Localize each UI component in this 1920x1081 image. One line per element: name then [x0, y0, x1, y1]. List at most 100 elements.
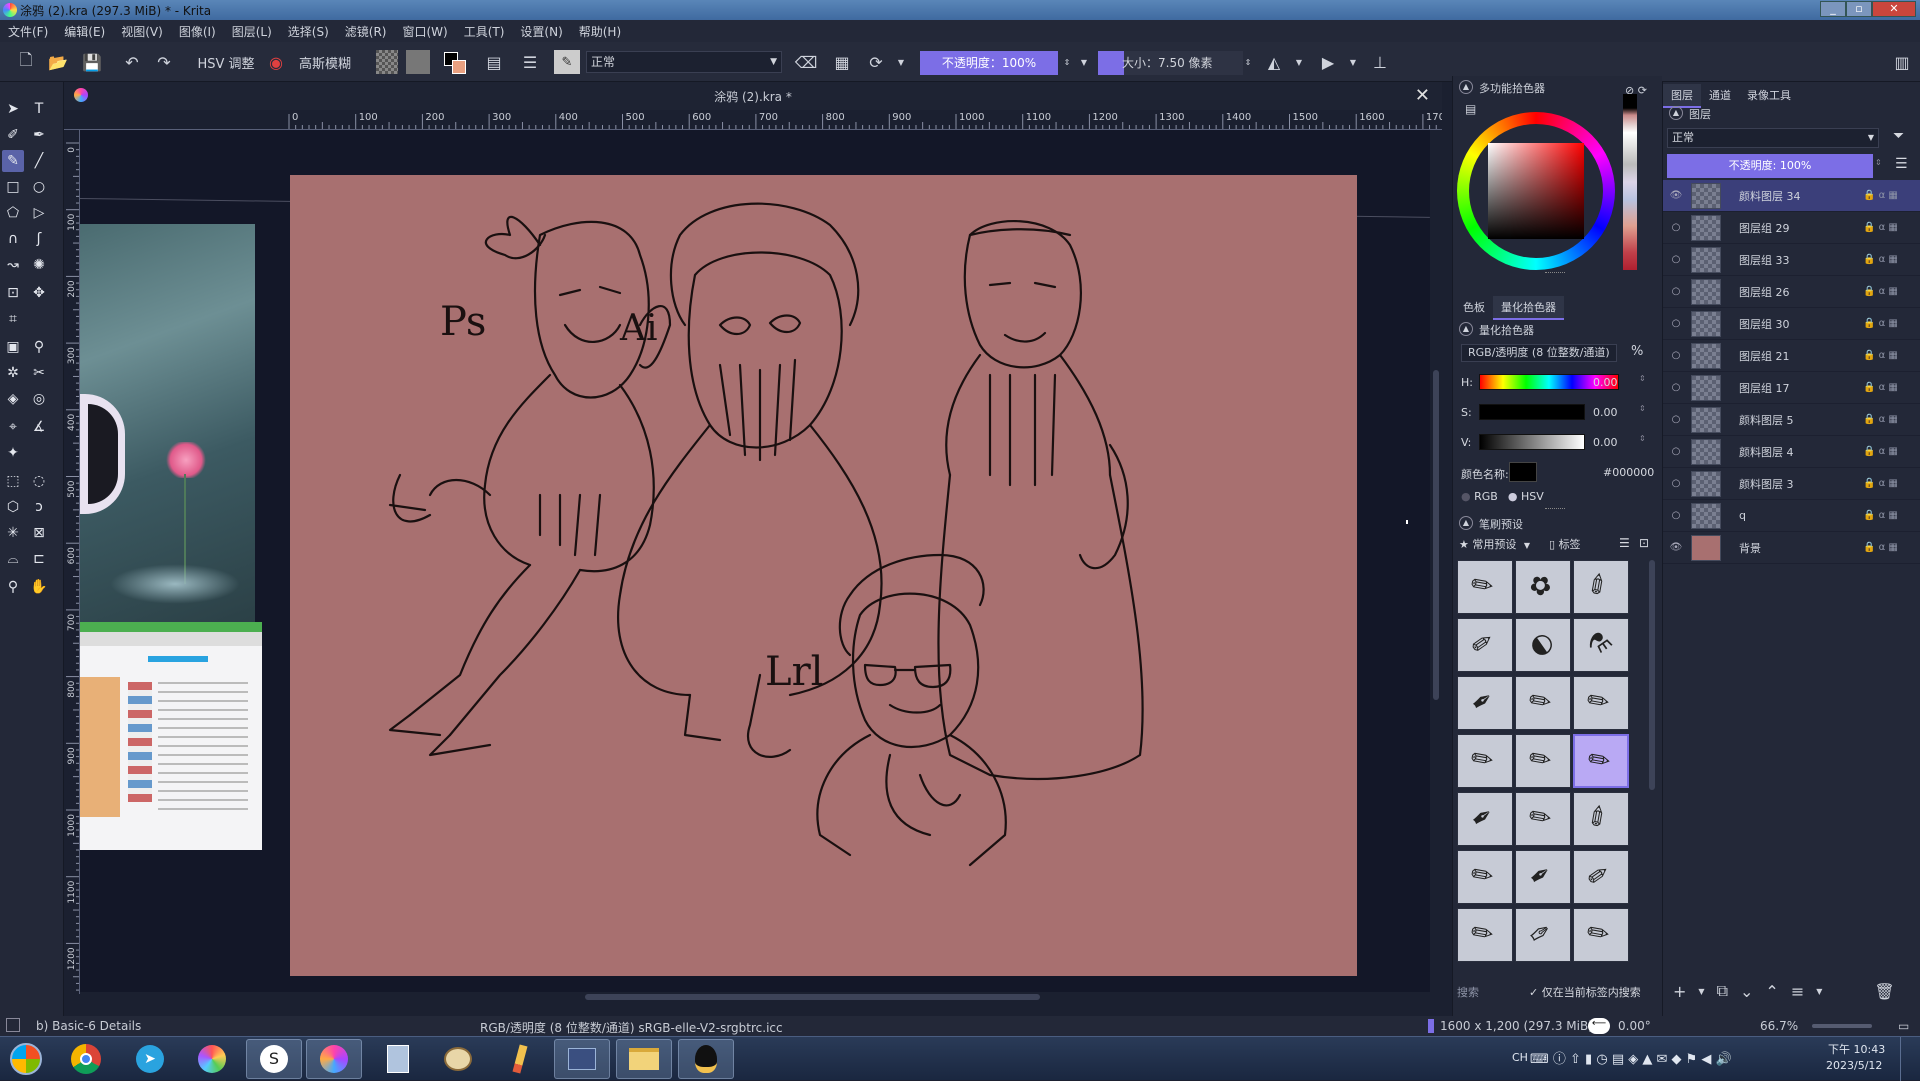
layer-lock-alpha-icons[interactable]: 🔒 α ▦ [1863, 222, 1920, 233]
eye-hidden-icon[interactable]: ○ [1669, 222, 1683, 233]
pan-tool-icon[interactable]: ✋ [28, 576, 50, 598]
tab-recorder[interactable]: 录像工具 [1739, 84, 1799, 108]
document-tab[interactable]: 涂鸦 (2).kra * [64, 88, 1442, 105]
rotation-icon[interactable]: ⟵ [1588, 1018, 1610, 1034]
layer-opacity-spin-icon[interactable]: ⇕ [1875, 158, 1882, 167]
ime-indicator[interactable]: CH [1512, 1051, 1528, 1064]
layer-lock-alpha-icons[interactable]: 🔒 α ▦ [1863, 510, 1920, 521]
layer-lock-alpha-icons[interactable]: 🔒 α ▦ [1863, 190, 1920, 201]
bezier-select-tool-icon[interactable]: ⌓ [2, 548, 24, 570]
ellipse-select-tool-icon[interactable]: ◌ [28, 470, 50, 492]
layer-row[interactable]: 👁 背景 🔒 α ▦ [1663, 532, 1920, 564]
polygon-select-tool-icon[interactable]: ⬡ [2, 496, 24, 518]
workspace-icon[interactable]: ▥ [1890, 50, 1914, 74]
hue-spin-icon[interactable]: ⇕ [1639, 374, 1646, 383]
polygon-tool-icon[interactable]: ⬠ [2, 202, 24, 224]
chrome-taskbar-icon[interactable] [58, 1039, 114, 1079]
saturation-spin-icon[interactable]: ⇕ [1639, 404, 1646, 413]
chevron-down-icon[interactable]: ▼ [1348, 50, 1358, 74]
brush-preset-tile[interactable]: ✎ [1515, 676, 1571, 730]
brush-preset-tile[interactable]: ✏ [1457, 618, 1513, 672]
reload-preset-icon[interactable]: ⟳ [864, 50, 888, 74]
paint-taskbar-icon[interactable] [430, 1039, 486, 1079]
colorize-mask-tool-icon[interactable]: ✂ [28, 362, 50, 384]
redo-icon[interactable]: ↷ [152, 50, 176, 74]
freehand-select-tool-icon[interactable]: ↄ [28, 496, 50, 518]
chevron-down-icon[interactable]: ▼ [1698, 987, 1704, 996]
hue-value[interactable]: 0.00 [1593, 376, 1618, 389]
crop-tool-icon[interactable]: ⌗ [2, 308, 24, 330]
brush-settings-icon[interactable]: ⊡ [1639, 536, 1649, 550]
wrap-around-icon[interactable]: ⊥ [1368, 50, 1392, 74]
transform-tool-icon[interactable]: ⊡ [2, 282, 24, 304]
enclose-fill-tool-icon[interactable]: ◎ [28, 388, 50, 410]
edit-shapes-tool-icon[interactable]: ✐ [2, 124, 24, 146]
add-layer-icon[interactable]: + [1673, 982, 1686, 1001]
eye-hidden-icon[interactable]: ○ [1669, 318, 1683, 329]
percent-toggle[interactable]: % [1631, 344, 1643, 359]
brush-preset-tile[interactable]: ✐ [1573, 560, 1629, 614]
layer-options-menu-icon[interactable]: ☰ [1895, 156, 1908, 172]
preserve-alpha-icon[interactable]: ▦ [830, 50, 854, 74]
brush-size-slider[interactable]: 大小：7.50 像素 [1098, 51, 1243, 75]
eye-hidden-icon[interactable]: ○ [1669, 350, 1683, 361]
brush-preset-tile[interactable]: ✎ [1457, 850, 1513, 904]
opacity-spin-icon[interactable]: ⇕ [1060, 50, 1074, 74]
filter-icon[interactable]: ⏷ [1893, 128, 1904, 144]
recent-colors-strip[interactable] [1623, 94, 1637, 270]
layer-lock-alpha-icons[interactable]: 🔒 α ▦ [1863, 478, 1920, 489]
layer-row[interactable]: ○ 图层组 29 🔒 α ▦ [1663, 212, 1920, 244]
brush-preset-tile[interactable]: ✒ [1457, 676, 1513, 730]
gaussian-blur-button[interactable]: 高斯模糊 [296, 50, 354, 74]
file-explorer-taskbar-icon[interactable] [616, 1039, 672, 1079]
menu-image[interactable]: 图像(I) [179, 23, 216, 40]
menu-filter[interactable]: 滤镜(R) [345, 23, 387, 40]
splitter-handle[interactable] [1545, 508, 1565, 510]
hex-color-field[interactable]: #000000 [1603, 466, 1654, 479]
select-shapes-tool-icon[interactable]: ➤ [2, 98, 24, 120]
save-icon[interactable]: 💾 [80, 50, 104, 74]
smart-patch-tool-icon[interactable]: ✲ [2, 362, 24, 384]
layer-row[interactable]: ○ 颜料图层 4 🔒 α ▦ [1663, 436, 1920, 468]
brush-preset-tile[interactable]: ✿ [1515, 560, 1571, 614]
record-icon[interactable]: ◉ [264, 50, 288, 74]
move-layer-down-icon[interactable]: ⌄ [1740, 982, 1753, 1001]
zoom-slider[interactable] [1812, 1024, 1872, 1028]
radio-hsv[interactable]: ● HSV [1508, 490, 1544, 503]
fill-pattern-swatch[interactable] [406, 50, 430, 74]
layer-properties-icon[interactable]: ≡ [1791, 982, 1804, 1001]
blend-mode-select[interactable]: 正常 ▼ [586, 51, 782, 73]
eye-hidden-icon[interactable]: ○ [1669, 414, 1683, 425]
brush-preset-tile[interactable]: ✎ [1457, 560, 1513, 614]
polyline-tool-icon[interactable]: ▷ [28, 202, 50, 224]
fg-bg-color-icon[interactable] [442, 50, 470, 74]
close-window-button[interactable]: ✕ [1872, 1, 1916, 17]
saturation-slider[interactable] [1479, 404, 1585, 420]
eraser-icon[interactable]: ⌫ [794, 50, 818, 74]
color-model-select[interactable]: RGB/透明度 (8 位整数/通道) [1461, 344, 1617, 362]
color-picker-tool-icon[interactable]: ⚲ [28, 336, 50, 358]
layer-lock-alpha-icons[interactable]: 🔒 α ▦ [1863, 414, 1920, 425]
tab-layers[interactable]: 图层 [1663, 84, 1701, 108]
horizontal-scrollbar[interactable] [80, 992, 1430, 1002]
line-tool-icon[interactable]: ╱ [28, 150, 50, 172]
move-layer-up-icon[interactable]: ⌃ [1765, 982, 1778, 1001]
eye-hidden-icon[interactable]: ○ [1669, 446, 1683, 457]
new-document-icon[interactable]: 🗋 [14, 50, 38, 74]
contiguous-select-tool-icon[interactable]: ✳ [2, 522, 24, 544]
layer-row[interactable]: ○ q 🔒 α ▦ [1663, 500, 1920, 532]
color-selector-settings-icon[interactable]: ▤ [1465, 102, 1476, 116]
search-in-tag-checkbox[interactable]: ✓ 仅在当前标签内搜索 [1529, 984, 1641, 1000]
gradient-tool-icon[interactable]: ▣ [2, 336, 24, 358]
vertical-scrollbar[interactable] [1430, 130, 1442, 992]
brush-preset-tile[interactable]: ✐ [1573, 792, 1629, 846]
eye-hidden-icon[interactable]: ○ [1669, 286, 1683, 297]
brush-presets-icon[interactable]: ☰ [518, 50, 542, 74]
menu-window[interactable]: 窗口(W) [402, 23, 447, 40]
start-button[interactable] [2, 1039, 50, 1079]
status-zoom[interactable]: 66.7% [1760, 1019, 1798, 1033]
menu-layer[interactable]: 图层(L) [232, 23, 272, 40]
layer-lock-alpha-icons[interactable]: 🔒 α ▦ [1863, 286, 1920, 297]
layer-lock-alpha-icons[interactable]: 🔒 α ▦ [1863, 350, 1920, 361]
ellipse-tool-icon[interactable]: ○ [28, 176, 50, 198]
